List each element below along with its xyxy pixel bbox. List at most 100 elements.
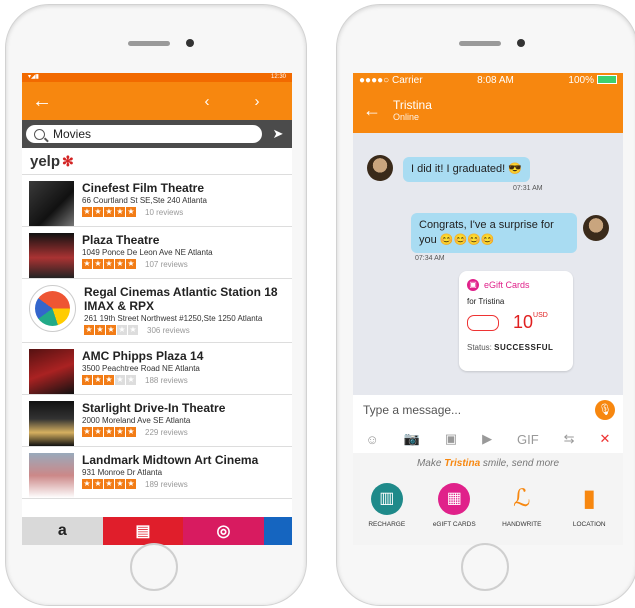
egift-cards-button[interactable]: ▦ eGIFT CARDS: [427, 475, 481, 545]
location-arrow-icon[interactable]: ➤: [268, 124, 288, 144]
business-address: 931 Monroe Dr Atlanta: [82, 468, 163, 477]
business-name: Regal Cinemas Atlantic Station 18 IMAX &…: [84, 285, 278, 313]
swap-icon[interactable]: ⇆: [564, 431, 575, 447]
search-query: Movies: [53, 127, 92, 141]
battery-percent: 100%: [568, 74, 594, 86]
business-address: 2000 Moreland Ave SE Atlanta: [82, 416, 191, 425]
list-item[interactable]: Starlight Drive-In Theatre 2000 Moreland…: [22, 395, 292, 447]
business-address: 1049 Ponce De Leon Ave NE Atlanta: [82, 248, 213, 257]
review-count: 10 reviews: [145, 207, 184, 217]
gift-status-label: Status:: [467, 343, 492, 352]
app-dock: a ▤ ◎: [22, 517, 292, 545]
business-thumbnail: [29, 181, 74, 226]
gift-title: eGift Cards: [484, 280, 530, 290]
handwrite-icon: ℒ: [513, 485, 531, 512]
gift-currency: USD: [533, 312, 548, 319]
home-button[interactable]: [130, 543, 178, 591]
microphone-icon[interactable]: 🎙: [595, 400, 615, 420]
emoji-icon[interactable]: ☺: [365, 432, 378, 447]
next-chevron-icon[interactable]: ›: [232, 93, 282, 110]
list-item[interactable]: Plaza Theatre 1049 Ponce De Leon Ave NE …: [22, 227, 292, 279]
speaker: [459, 41, 501, 46]
review-count: 107 reviews: [145, 259, 188, 269]
back-arrow-icon[interactable]: ←: [363, 100, 381, 121]
list-item[interactable]: Landmark Midtown Art Cinema 931 Monroe D…: [22, 447, 292, 499]
home-button[interactable]: [461, 543, 509, 591]
map-icon: ▮: [582, 485, 596, 512]
yelp-logo-text: yelp: [30, 152, 61, 170]
right-phone: ●●●●○ Carrier 8:08 AM 100% ← Tristina On…: [336, 4, 635, 606]
battery-icon: [596, 75, 617, 85]
star-rating: ★ ★ ★ ★ ★ 107 reviews: [82, 259, 188, 269]
prompt-name: Tristina: [444, 458, 481, 469]
camera: [186, 39, 194, 47]
list-item[interactable]: Regal Cinemas Atlantic Station 18 IMAX &…: [22, 279, 292, 343]
status-time: 12:30: [270, 74, 286, 80]
yelp-burst-icon: ✻: [62, 152, 74, 169]
back-arrow-icon[interactable]: ←: [32, 90, 182, 113]
status-time: 8:08 AM: [477, 74, 514, 86]
app-icon-pink[interactable]: ◎: [183, 517, 264, 545]
message-input[interactable]: Type a message... 🎙: [353, 395, 623, 425]
close-icon[interactable]: ✕: [600, 431, 611, 447]
search-input[interactable]: Movies: [26, 125, 262, 143]
review-count: 189 reviews: [145, 479, 188, 489]
gift-icon: ▣: [467, 279, 479, 291]
business-address: 3500 Peachtree Road NE Atlanta: [82, 364, 200, 373]
signal-icon: ▾◢▮: [28, 74, 39, 80]
handwrite-label: HANDWRITE: [502, 521, 542, 528]
business-thumbnail: [29, 453, 74, 498]
star-rating: ★ ★ ★ ★ ★ 10 reviews: [82, 207, 184, 217]
gift-status-value: SUCCESSFUL: [494, 343, 554, 352]
chat-body: I did it! I graduated! 😎 07:31 AM Congra…: [353, 133, 623, 395]
list-item[interactable]: Cinefest Film Theatre 66 Courtland St SE…: [22, 175, 292, 227]
star-rating: ★ ★ ★ ★ ★ 229 reviews: [82, 427, 188, 437]
star-rating: ★ ★ ★ ★ ★ 188 reviews: [82, 375, 188, 385]
egift-card[interactable]: ▣ eGift Cards for Tristina 10USD Status: …: [459, 271, 573, 371]
business-thumbnail: [29, 233, 74, 278]
business-name: AMC Phipps Plaza 14: [82, 349, 204, 363]
review-count: 188 reviews: [145, 375, 188, 385]
business-name: Landmark Midtown Art Cinema: [82, 453, 259, 467]
business-name: Cinefest Film Theatre: [82, 181, 205, 195]
egift-cards-label: eGIFT CARDS: [432, 521, 476, 528]
location-button[interactable]: ▮ LOCATION: [562, 475, 616, 545]
merchant-logo: [467, 314, 499, 331]
recharge-icon: ▥: [370, 483, 403, 515]
list-item[interactable]: AMC Phipps Plaza 14 3500 Peachtree Road …: [22, 343, 292, 395]
speaker: [128, 41, 170, 46]
user-avatar: [583, 215, 609, 241]
chat-header: ← Tristina Online: [353, 87, 623, 133]
image-icon[interactable]: ▣: [445, 431, 457, 447]
amazon-app-icon[interactable]: a: [22, 517, 103, 545]
message-incoming: I did it! I graduated! 😎: [403, 157, 530, 182]
camera-icon[interactable]: 📷: [404, 431, 420, 447]
camera: [517, 39, 525, 47]
search-row: Movies ➤: [22, 120, 292, 148]
search-icon: [34, 128, 45, 140]
business-thumbnail: [29, 401, 74, 446]
video-icon[interactable]: ▶: [482, 431, 492, 447]
status-bar: ▾◢▮ 12:30: [22, 73, 292, 82]
business-address: 66 Courtland St SE,Ste 240 Atlanta: [82, 196, 207, 205]
business-name: Plaza Theatre: [82, 233, 160, 247]
message-time: 07:31 AM: [513, 185, 543, 192]
chat-screen: ●●●●○ Carrier 8:08 AM 100% ← Tristina On…: [353, 73, 623, 545]
status-bar: ●●●●○ Carrier 8:08 AM 100%: [353, 73, 623, 87]
recharge-button[interactable]: ▥ RECHARGE: [360, 475, 414, 545]
message-placeholder: Type a message...: [363, 403, 462, 417]
recharge-label: RECHARGE: [368, 521, 406, 528]
app-icon-red[interactable]: ▤: [102, 517, 184, 545]
gift-recipient: for Tristina: [467, 297, 505, 306]
message-time: 07:34 AM: [415, 255, 445, 262]
gift-card-icon: ▦: [438, 483, 471, 515]
review-count: 306 reviews: [147, 325, 190, 335]
business-name: Starlight Drive-In Theatre: [82, 401, 226, 415]
business-thumbnail: [29, 349, 74, 394]
yelp-logo: yelp ✻: [22, 148, 292, 175]
gif-button[interactable]: GIF: [517, 432, 539, 447]
app-icon-blue[interactable]: [263, 517, 292, 545]
prev-chevron-icon[interactable]: ‹: [182, 93, 232, 110]
send-more-prompt: Make Tristina smile, send more: [353, 453, 623, 475]
handwrite-button[interactable]: ℒ HANDWRITE: [495, 475, 549, 545]
